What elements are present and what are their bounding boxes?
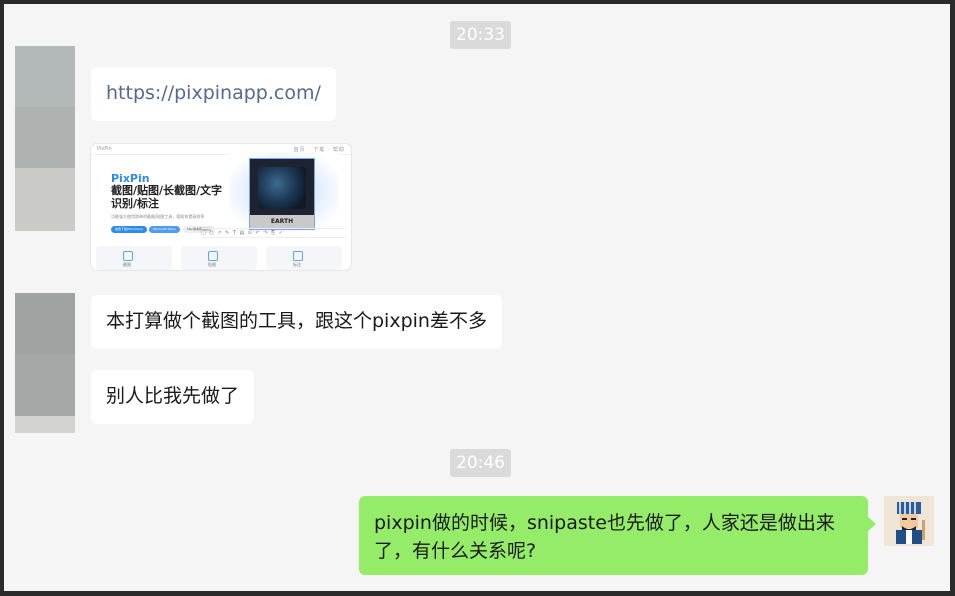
preview-download-button: 免费下载(Windows): [111, 226, 147, 233]
contact-avatar[interactable]: [15, 293, 75, 433]
preview-toolbar: ▢ ○ ↗ ✎ T ▤ ⊙ ↶ ↷ ⎘ ✓: [201, 228, 346, 238]
message-bubble[interactable]: 别人比我先做了: [91, 370, 255, 424]
preview-feature: 截图: [96, 246, 172, 270]
preview-headline-line: 截图/贴图/长截图/文字: [111, 184, 223, 197]
character-avatar-icon: [884, 496, 934, 546]
preview-brand: PixPin: [97, 146, 112, 152]
earth-label: EARTH: [250, 215, 314, 229]
timestamp: 20:46: [450, 449, 511, 477]
link-preview-card[interactable]: PixPin 首页 · 下载 · 帮助 PixPin 截图/贴图/长截图/文字 …: [91, 144, 351, 270]
preview-headline-line: 识别/标注: [111, 197, 160, 210]
preview-store-button: Microsoft Store: [149, 226, 180, 233]
message-bubble[interactable]: 本打算做个截图的工具，跟这个pixpin差不多: [91, 295, 502, 349]
my-message-bubble[interactable]: pixpin做的时候，snipaste也先做了，人家还是做出来了，有什么关系呢?: [359, 496, 868, 575]
bubble-tail: [868, 517, 876, 531]
link-message[interactable]: https://pixpinapp.com/: [91, 67, 336, 121]
preview-subtitle: 功能强大使用简单的截图/贴图工具，帮助你提高效率: [111, 214, 205, 219]
timestamp: 20:33: [450, 21, 511, 49]
url-link[interactable]: https://pixpinapp.com/: [106, 82, 321, 104]
my-avatar[interactable]: [884, 496, 934, 546]
chat-window: 20:33 https://pixpinapp.com/ PixPin 首页 ·…: [4, 4, 950, 591]
preview-headline: 截图/贴图/长截图/文字 识别/标注: [111, 184, 222, 210]
preview-screenshot-frame: EARTH: [249, 158, 315, 230]
preview-feature: 标注: [266, 246, 342, 270]
feature-icon: [208, 251, 218, 261]
preview-feature: 贴图: [181, 246, 257, 270]
contact-avatar[interactable]: [15, 46, 75, 231]
earth-image: [258, 167, 306, 209]
feature-icon: [293, 251, 303, 261]
feature-icon: [123, 251, 133, 261]
